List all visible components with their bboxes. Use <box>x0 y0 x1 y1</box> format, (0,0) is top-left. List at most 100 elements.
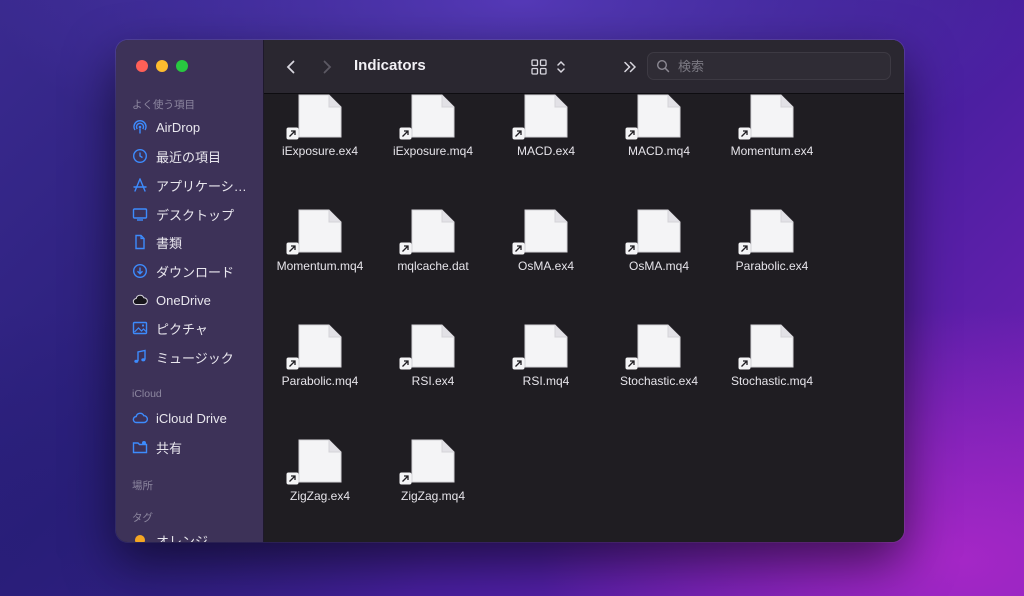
alias-arrow-icon <box>399 127 412 140</box>
sidebar-item-downloads[interactable]: ダウンロード <box>132 260 256 282</box>
chevron-right-icon <box>323 60 332 74</box>
file-item[interactable]: ZigZag.mq4 <box>377 425 489 535</box>
file-item[interactable]: Momentum.ex4 <box>716 94 828 190</box>
view-options-button[interactable] <box>550 56 572 78</box>
file-name: iExposure.ex4 <box>281 144 359 158</box>
locations-section-title: 場所 <box>132 480 153 492</box>
file-name: Momentum.mq4 <box>276 259 364 273</box>
sidebar-item-pictures[interactable]: ピクチャ <box>132 317 256 339</box>
file-name: OsMA.ex4 <box>517 259 574 273</box>
chevron-updown-icon <box>557 60 565 74</box>
more-toolbar-button[interactable] <box>619 56 641 78</box>
sidebar-item-label: ダウンロード <box>156 264 235 280</box>
download-icon <box>132 263 148 279</box>
document-file-icon <box>298 94 342 138</box>
file-item[interactable]: Parabolic.ex4 <box>716 195 828 305</box>
orange-tag-dot-icon <box>132 532 148 542</box>
document-file-icon <box>750 324 794 368</box>
sidebar-item-icloud-drive[interactable]: iCloud Drive <box>132 407 256 429</box>
document-file-icon <box>750 209 794 253</box>
tags-section-title: タグ <box>132 512 153 524</box>
document-file-icon <box>411 324 455 368</box>
sidebar-item-recents[interactable]: 最近の項目 <box>132 145 256 167</box>
search-icon <box>656 59 670 73</box>
sidebar-item-onedrive[interactable]: OneDrive <box>132 289 256 311</box>
file-item[interactable]: ZigZag.ex4 <box>264 425 376 535</box>
alias-arrow-icon <box>738 242 751 255</box>
file-name: Parabolic.mq4 <box>281 374 359 388</box>
file-item[interactable]: Parabolic.mq4 <box>264 310 376 420</box>
file-item[interactable]: mqlcache.dat <box>377 195 489 305</box>
file-name: MACD.ex4 <box>516 144 575 158</box>
icloud-section-title: iCloud <box>132 388 162 400</box>
sidebar: よく使う項目 AirDrop 最近の項目 アプリケーシ… デスクトップ 書類 ダ… <box>116 40 264 542</box>
chevron-left-icon <box>286 60 295 74</box>
file-item[interactable]: Stochastic.mq4 <box>716 310 828 420</box>
file-name: mqlcache.dat <box>397 259 469 273</box>
file-name: Stochastic.mq4 <box>730 374 814 388</box>
file-item[interactable]: iExposure.mq4 <box>377 94 489 190</box>
sidebar-item-shared[interactable]: 共有 <box>132 436 256 458</box>
document-file-icon <box>637 324 681 368</box>
view-mode-button[interactable] <box>528 56 550 78</box>
sidebar-item-label: 最近の項目 <box>156 149 222 165</box>
search-field[interactable] <box>647 52 891 80</box>
document-file-icon <box>637 209 681 253</box>
sidebar-item-label: ピクチャ <box>156 321 208 337</box>
back-button[interactable] <box>280 56 302 78</box>
close-button[interactable] <box>136 60 148 72</box>
file-name: Momentum.ex4 <box>730 144 814 158</box>
file-item[interactable]: iExposure.ex4 <box>264 94 376 190</box>
alias-arrow-icon <box>512 357 525 370</box>
sidebar-item-desktop[interactable]: デスクトップ <box>132 203 256 225</box>
alias-arrow-icon <box>399 357 412 370</box>
alias-arrow-icon <box>399 242 412 255</box>
minimize-button[interactable] <box>156 60 168 72</box>
alias-arrow-icon <box>286 242 299 255</box>
sidebar-item-music[interactable]: ミュージック <box>132 346 256 368</box>
sidebar-item-applications[interactable]: アプリケーシ… <box>132 174 256 196</box>
alias-arrow-icon <box>512 127 525 140</box>
airdrop-icon <box>132 119 148 135</box>
document-file-icon <box>750 94 794 138</box>
sidebar-item-tag-orange[interactable]: オレンジ <box>132 529 256 542</box>
clock-icon <box>132 148 148 164</box>
document-icon <box>132 234 148 250</box>
sidebar-item-label: デスクトップ <box>156 207 235 223</box>
file-item[interactable]: OsMA.mq4 <box>603 195 715 305</box>
alias-arrow-icon <box>286 357 299 370</box>
forward-button[interactable] <box>316 56 338 78</box>
document-file-icon <box>524 324 568 368</box>
document-file-icon <box>637 94 681 138</box>
grid-view-icon <box>531 59 547 75</box>
file-item[interactable]: Momentum.mq4 <box>264 195 376 305</box>
search-input[interactable] <box>676 57 870 75</box>
folder-title: Indicators <box>354 57 426 74</box>
document-file-icon <box>524 209 568 253</box>
sidebar-item-label: ミュージック <box>156 350 234 366</box>
file-item[interactable]: OsMA.ex4 <box>490 195 602 305</box>
sidebar-item-label: オレンジ <box>156 533 209 543</box>
document-file-icon <box>298 439 342 483</box>
applications-icon <box>132 177 148 193</box>
file-name: ZigZag.mq4 <box>400 489 466 503</box>
zoom-button[interactable] <box>176 60 188 72</box>
sidebar-item-label: 共有 <box>156 440 183 456</box>
file-item[interactable]: MACD.mq4 <box>603 94 715 190</box>
alias-arrow-icon <box>738 127 751 140</box>
sidebar-item-documents[interactable]: 書類 <box>132 231 256 253</box>
shared-folder-icon <box>132 439 148 455</box>
file-item[interactable]: RSI.mq4 <box>490 310 602 420</box>
alias-arrow-icon <box>286 127 299 140</box>
file-name: Stochastic.ex4 <box>619 374 699 388</box>
file-item[interactable]: RSI.ex4 <box>377 310 489 420</box>
cloud-icon <box>132 410 148 426</box>
file-name: OsMA.mq4 <box>628 259 689 273</box>
sidebar-item-label: アプリケーシ… <box>156 178 247 194</box>
file-item[interactable]: MACD.ex4 <box>490 94 602 190</box>
document-file-icon <box>298 324 342 368</box>
file-item[interactable]: Stochastic.ex4 <box>603 310 715 420</box>
sidebar-item-label: AirDrop <box>156 119 201 135</box>
sidebar-item-airdrop[interactable]: AirDrop <box>132 116 256 138</box>
main-content: Indicators iExposure.ex4 iExposure.mq4 MAC… <box>264 40 904 542</box>
